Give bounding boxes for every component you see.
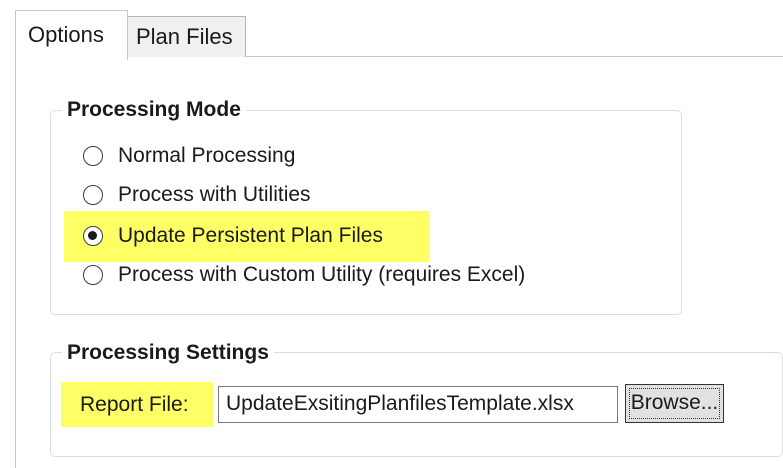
radio-update-persistent-plan-files[interactable]: Update Persistent Plan Files: [83, 222, 383, 250]
radio-button-checked-icon[interactable]: [83, 226, 103, 246]
radio-process-with-utilities[interactable]: Process with Utilities: [83, 181, 311, 209]
radio-button-icon[interactable]: [83, 146, 103, 166]
tab-plan-files[interactable]: Plan Files: [127, 16, 246, 57]
tab-options[interactable]: Options: [15, 10, 128, 60]
report-file-label: Report File:: [80, 393, 189, 416]
browse-button[interactable]: Browse...: [625, 384, 724, 423]
radio-label: Normal Processing: [118, 144, 296, 167]
radio-label: Update Persistent Plan Files: [118, 224, 383, 247]
processing-mode-title: Processing Mode: [62, 98, 246, 122]
radio-label: Process with Utilities: [118, 183, 311, 206]
tab-options-label: Options: [28, 22, 104, 47]
tab-plan-files-label: Plan Files: [136, 24, 233, 49]
radio-process-with-custom-utility[interactable]: Process with Custom Utility (requires Ex…: [83, 261, 525, 289]
options-dialog: Options Plan Files Processing Mode Norma…: [0, 0, 783, 468]
processing-settings-title: Processing Settings: [62, 341, 274, 365]
radio-button-icon[interactable]: [83, 265, 103, 285]
radio-button-icon[interactable]: [83, 185, 103, 205]
report-file-input[interactable]: UpdateExsitingPlanfilesTemplate.xlsx: [218, 386, 618, 423]
browse-button-label: Browse...: [630, 391, 719, 414]
radio-label: Process with Custom Utility (requires Ex…: [118, 263, 526, 286]
radio-normal-processing[interactable]: Normal Processing: [83, 142, 295, 170]
